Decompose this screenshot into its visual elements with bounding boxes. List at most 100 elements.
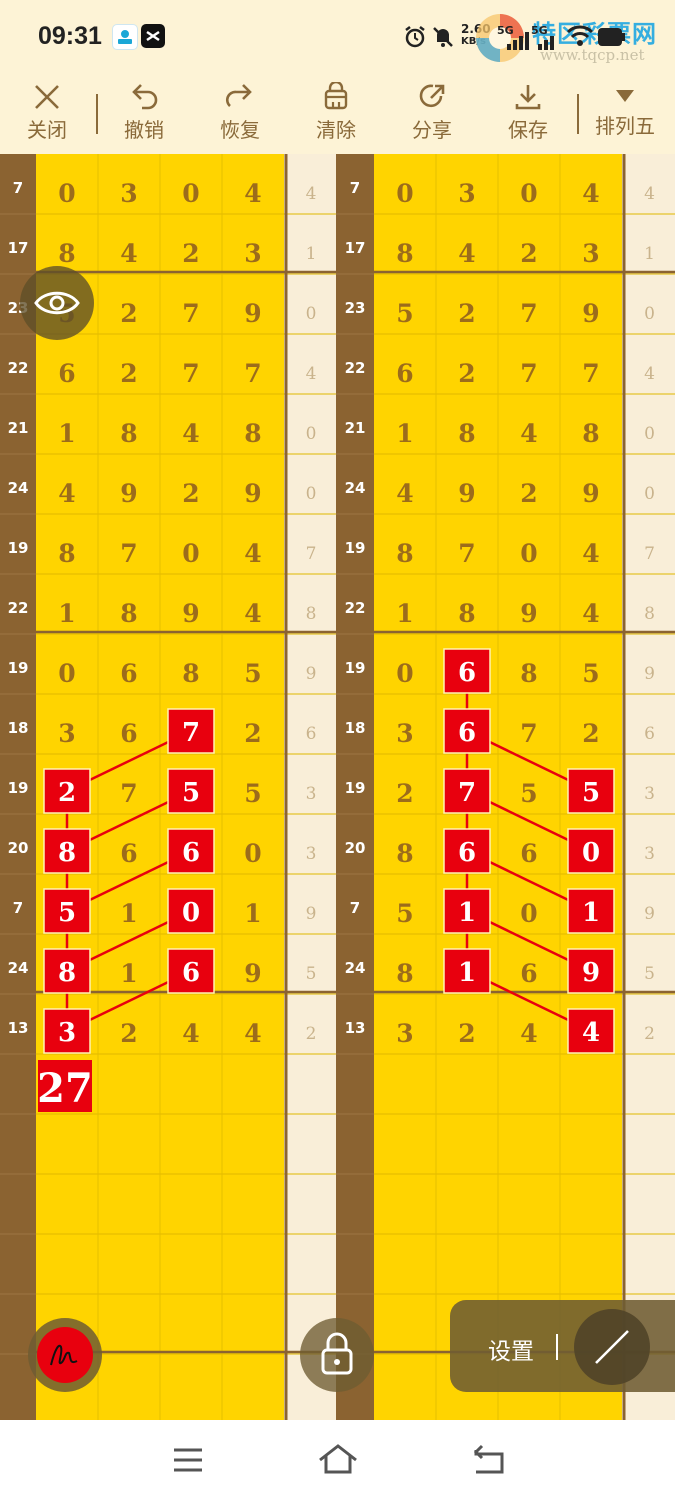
share-button[interactable]: 分享	[397, 78, 467, 148]
digit-cell[interactable]: 4	[520, 1019, 537, 1048]
digit-cell[interactable]: 0	[520, 899, 537, 928]
digit-cell[interactable]: 0	[58, 179, 75, 208]
digit-cell[interactable]: 4	[244, 539, 261, 568]
pen-tool-button[interactable]	[28, 1318, 102, 1392]
digit-cell[interactable]: 4	[244, 599, 261, 628]
digit-cell[interactable]: 4	[120, 239, 137, 268]
digit-cell[interactable]: 7	[182, 359, 199, 388]
digit-cell[interactable]: 3	[120, 179, 137, 208]
digit-cell[interactable]: 8	[458, 419, 475, 448]
digit-cell[interactable]: 8	[120, 419, 137, 448]
digit-cell[interactable]: 5	[582, 659, 599, 688]
digit-cell[interactable]: 1	[120, 959, 137, 988]
digit-cell[interactable]: 8	[458, 599, 475, 628]
digit-cell[interactable]: 4	[582, 599, 599, 628]
digit-cell[interactable]: 9	[244, 959, 261, 988]
digit-cell[interactable]: 7	[120, 539, 137, 568]
digit-cell[interactable]: 8	[396, 239, 413, 268]
digit-cell[interactable]: 0	[182, 539, 199, 568]
digit-cell[interactable]: 4	[58, 479, 75, 508]
digit-cell[interactable]: 4	[582, 179, 599, 208]
digit-cell[interactable]: 3	[396, 1019, 413, 1048]
digit-cell[interactable]: 9	[582, 299, 599, 328]
digit-cell[interactable]: 0	[520, 179, 537, 208]
visibility-toggle-button[interactable]	[20, 266, 94, 340]
digit-cell[interactable]: 6	[520, 959, 537, 988]
digit-cell[interactable]: 2	[120, 1019, 137, 1048]
digit-cell[interactable]: 2	[520, 239, 537, 268]
digit-cell[interactable]: 1	[244, 899, 261, 928]
digit-cell[interactable]: 6	[120, 659, 137, 688]
digit-cell[interactable]: 8	[58, 539, 75, 568]
digit-cell[interactable]: 4	[520, 419, 537, 448]
digit-cell[interactable]: 8	[120, 599, 137, 628]
digit-cell[interactable]: 2	[396, 779, 413, 808]
digit-cell[interactable]: 2	[458, 299, 475, 328]
digit-cell[interactable]: 3	[58, 719, 75, 748]
digit-cell[interactable]: 7	[120, 779, 137, 808]
digit-cell[interactable]: 7	[244, 359, 261, 388]
digit-cell[interactable]: 9	[120, 479, 137, 508]
digit-cell[interactable]: 6	[520, 839, 537, 868]
digit-cell[interactable]: 2	[520, 479, 537, 508]
digit-cell[interactable]: 5	[396, 299, 413, 328]
digit-cell[interactable]: 4	[244, 1019, 261, 1048]
digit-cell[interactable]: 9	[244, 299, 261, 328]
digit-cell[interactable]: 5	[520, 779, 537, 808]
nav-menu-button[interactable]	[158, 1438, 218, 1482]
redo-button[interactable]: 恢复	[205, 78, 275, 148]
digit-cell[interactable]: 8	[244, 419, 261, 448]
digit-cell[interactable]: 2	[458, 359, 475, 388]
digit-cell[interactable]: 1	[120, 899, 137, 928]
close-button[interactable]: 关闭	[12, 78, 82, 148]
clear-button[interactable]: 清除	[301, 78, 371, 148]
digit-cell[interactable]: 3	[244, 239, 261, 268]
digit-cell[interactable]: 7	[182, 299, 199, 328]
digit-cell[interactable]: 2	[458, 1019, 475, 1048]
digit-cell[interactable]: 1	[396, 419, 413, 448]
digit-cell[interactable]: 8	[182, 659, 199, 688]
digit-cell[interactable]: 6	[120, 719, 137, 748]
digit-cell[interactable]: 4	[182, 419, 199, 448]
digit-cell[interactable]: 6	[58, 359, 75, 388]
digit-cell[interactable]: 2	[582, 719, 599, 748]
digit-cell[interactable]: 2	[244, 719, 261, 748]
digit-cell[interactable]: 7	[520, 299, 537, 328]
trend-chart[interactable]: 7 0 3 0 4 4 1 7 8 4 2 3 1 2 3 5 2 7 9 0 2 2 6 2 7 7 4 2 1 1 8 4 8 0 2 4 4 9 2 9…	[0, 154, 675, 1420]
digit-cell[interactable]: 7	[520, 719, 537, 748]
digit-cell[interactable]: 8	[396, 539, 413, 568]
mode-selector[interactable]: 排列五	[590, 78, 660, 148]
settings-button[interactable]: 设置	[488, 1332, 534, 1366]
line-tool-button[interactable]	[574, 1309, 650, 1385]
nav-home-button[interactable]	[308, 1438, 368, 1482]
digit-cell[interactable]: 0	[244, 839, 261, 868]
digit-cell[interactable]: 4	[182, 1019, 199, 1048]
digit-cell[interactable]: 2	[182, 479, 199, 508]
nav-back-button[interactable]	[458, 1438, 518, 1482]
digit-cell[interactable]: 1	[396, 599, 413, 628]
digit-cell[interactable]: 2	[182, 239, 199, 268]
trend-panel-2[interactable]: 7 0 3 0 4 417 8 4 2 3 123 5 2 7 9 022 6 2 7 7 421 1 8 4 8 024 4 9 2 9…	[336, 154, 675, 1420]
save-button[interactable]: 保存	[493, 78, 563, 148]
digit-cell[interactable]: 4	[458, 239, 475, 268]
digit-cell[interactable]: 8	[58, 239, 75, 268]
digit-cell[interactable]: 4	[582, 539, 599, 568]
digit-cell[interactable]: 7	[582, 359, 599, 388]
digit-cell[interactable]: 0	[520, 539, 537, 568]
digit-cell[interactable]: 2	[120, 359, 137, 388]
digit-cell[interactable]: 1	[58, 599, 75, 628]
lock-button[interactable]	[300, 1318, 374, 1392]
digit-cell[interactable]: 9	[458, 479, 475, 508]
digit-cell[interactable]: 0	[396, 659, 413, 688]
digit-cell[interactable]: 9	[582, 479, 599, 508]
digit-cell[interactable]: 2	[120, 299, 137, 328]
trend-panel-1[interactable]: 7030441784231235279022627742118480244929…	[0, 154, 336, 1420]
digit-cell[interactable]: 5	[244, 779, 261, 808]
digit-cell[interactable]: 4	[244, 179, 261, 208]
digit-cell[interactable]: 5	[244, 659, 261, 688]
digit-cell[interactable]: 7	[520, 359, 537, 388]
digit-cell[interactable]: 8	[582, 419, 599, 448]
digit-cell[interactable]: 9	[182, 599, 199, 628]
digit-cell[interactable]: 7	[458, 539, 475, 568]
digit-cell[interactable]: 0	[396, 179, 413, 208]
